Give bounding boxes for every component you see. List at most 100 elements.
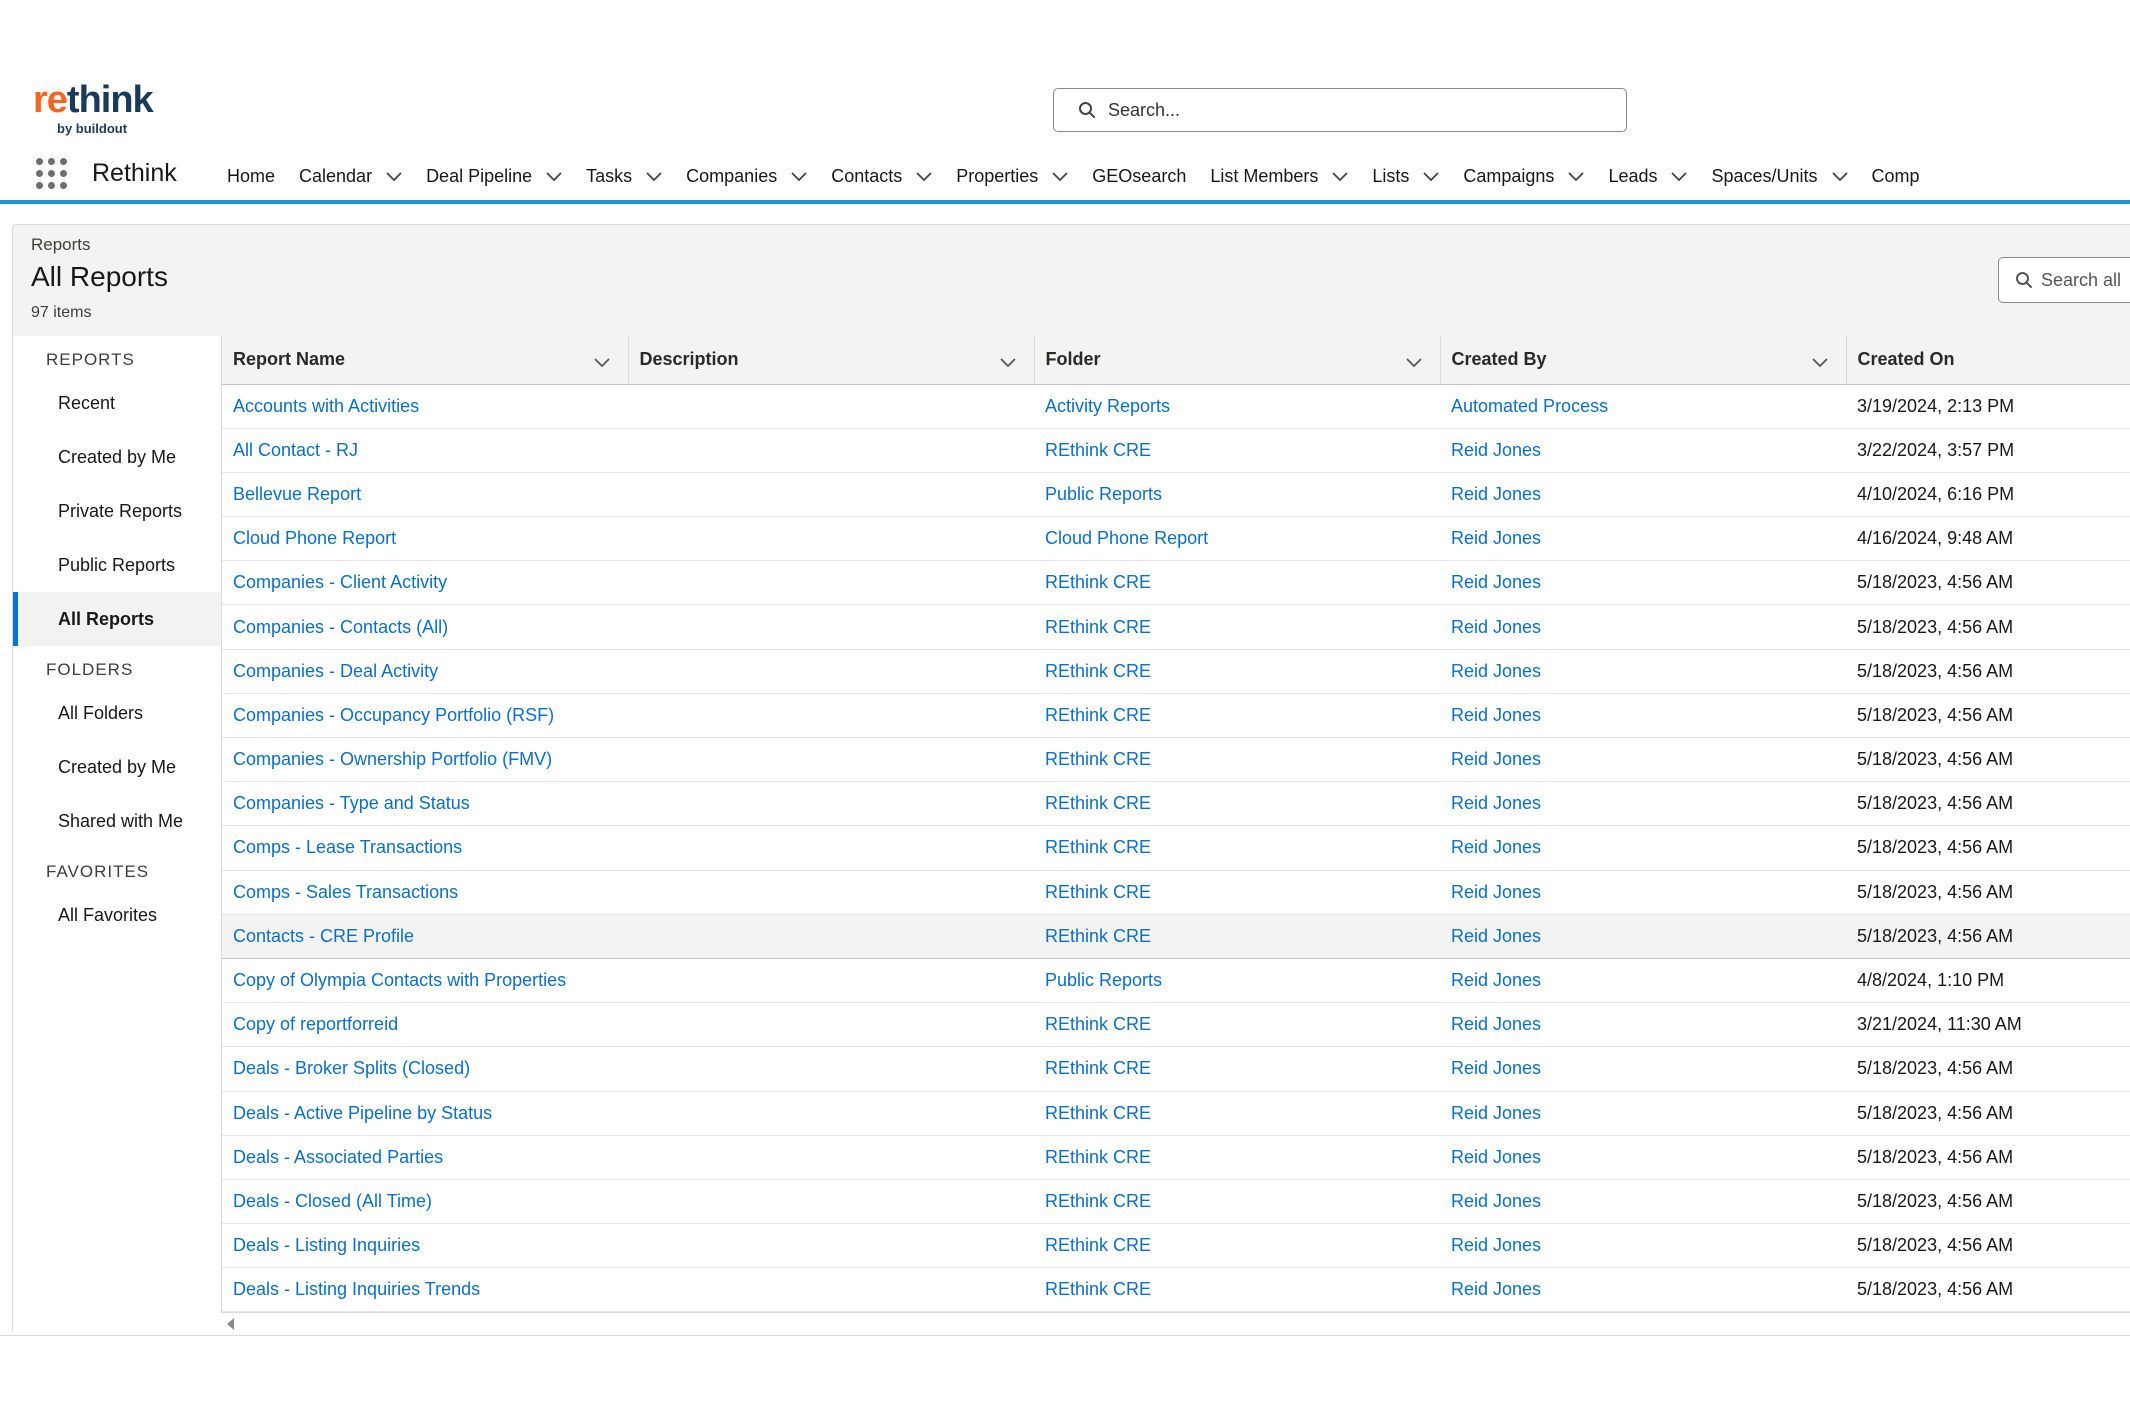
created-by-link[interactable]: Reid Jones [1451, 484, 1541, 504]
sidebar-item-created-by-me[interactable]: Created by Me [13, 740, 221, 794]
nav-item-leads[interactable]: Leads [1596, 152, 1699, 200]
created-by-link[interactable]: Reid Jones [1451, 970, 1541, 990]
report-name-link[interactable]: Companies - Deal Activity [233, 661, 438, 681]
chevron-down-icon[interactable] [999, 358, 1016, 368]
folder-link[interactable]: Activity Reports [1045, 396, 1170, 416]
report-name-link[interactable]: Companies - Occupancy Portfolio (RSF) [233, 705, 554, 725]
created-by-link[interactable]: Reid Jones [1451, 440, 1541, 460]
global-search-input[interactable] [1106, 98, 1590, 122]
table-row[interactable]: Bellevue Report Public Reports Reid Jones 4… [222, 472, 2130, 518]
nav-item-comp[interactable]: Comp [1860, 152, 1932, 200]
nav-item-companies[interactable]: Companies [674, 152, 819, 200]
sidebar-item-all-folders[interactable]: All Folders [13, 686, 221, 740]
table-row[interactable]: Contacts - CRE Profile REthink CRE Reid Jo… [222, 913, 2130, 959]
table-row[interactable]: Companies - Ownership Portfolio (FMV) REt… [222, 737, 2130, 783]
chevron-down-icon[interactable] [1423, 171, 1440, 182]
nav-item-campaigns[interactable]: Campaigns [1451, 152, 1596, 200]
chevron-down-icon[interactable] [1405, 358, 1422, 368]
table-row[interactable]: Comps - Sales Transactions REthink CRE Rei… [222, 870, 2130, 915]
nav-item-home[interactable]: Home [215, 152, 287, 200]
sidebar-item-recent[interactable]: Recent [13, 376, 221, 430]
table-row[interactable]: Cloud Phone Report Cloud Phone Report Reid… [222, 516, 2130, 562]
sidebar-item-shared-with-me[interactable]: Shared with Me [13, 794, 221, 848]
chevron-down-icon[interactable] [646, 171, 662, 182]
table-row[interactable]: Companies - Contacts (All) REthink CRE Rei… [222, 604, 2130, 650]
table-row[interactable]: Companies - Type and Status REthink CRE Re… [222, 781, 2130, 827]
folder-link[interactable]: REthink CRE [1045, 1147, 1151, 1167]
table-row[interactable]: Deals - Active Pipeline by Status REthink… [222, 1091, 2130, 1136]
table-row[interactable]: Companies - Client Activity REthink CRE Re… [222, 560, 2130, 606]
table-row[interactable]: Deals - Listing Inquiries REthink CRE Reid… [222, 1223, 2130, 1269]
table-row[interactable]: Copy of reportforreid REthink CRE Reid Jon… [222, 1002, 2130, 1048]
folder-link[interactable]: REthink CRE [1045, 1103, 1151, 1123]
chevron-down-icon[interactable] [546, 171, 562, 182]
nav-item-spaces-units[interactable]: Spaces/Units [1699, 152, 1859, 200]
report-name-link[interactable]: Copy of Olympia Contacts with Properties [233, 970, 566, 990]
created-by-link[interactable]: Reid Jones [1451, 1279, 1541, 1299]
chevron-down-icon[interactable] [1052, 171, 1068, 182]
column-header-folder[interactable]: Folder [1034, 336, 1441, 385]
rethink-logo[interactable]: rethink by buildout [33, 80, 154, 136]
nav-item-geosearch[interactable]: GEOsearch [1080, 152, 1198, 200]
folder-link[interactable]: REthink CRE [1045, 837, 1151, 857]
report-name-link[interactable]: Deals - Listing Inquiries Trends [233, 1279, 480, 1299]
created-by-link[interactable]: Reid Jones [1451, 1147, 1541, 1167]
folder-link[interactable]: Public Reports [1045, 970, 1162, 990]
sidebar-item-created-by-me[interactable]: Created by Me [13, 430, 221, 484]
sidebar-item-all-reports[interactable]: All Reports [13, 592, 221, 646]
folder-link[interactable]: REthink CRE [1045, 1279, 1151, 1299]
chevron-down-icon[interactable] [1811, 358, 1828, 368]
folder-link[interactable]: REthink CRE [1045, 749, 1151, 769]
created-by-link[interactable]: Reid Jones [1451, 528, 1541, 548]
created-by-link[interactable]: Reid Jones [1451, 1191, 1541, 1211]
horizontal-scrollbar[interactable] [221, 1312, 2130, 1333]
nav-item-list-members[interactable]: List Members [1198, 152, 1360, 200]
report-name-link[interactable]: Contacts - CRE Profile [233, 926, 414, 946]
table-row[interactable]: Companies - Deal Activity REthink CRE Reid… [222, 649, 2130, 694]
report-name-link[interactable]: Companies - Client Activity [233, 572, 447, 592]
folder-link[interactable]: REthink CRE [1045, 617, 1151, 637]
table-row[interactable]: Deals - Closed (All Time) REthink CRE Reid… [222, 1179, 2130, 1225]
report-name-link[interactable]: Deals - Listing Inquiries [233, 1235, 420, 1255]
created-by-link[interactable]: Reid Jones [1451, 661, 1541, 681]
created-by-link[interactable]: Reid Jones [1451, 793, 1541, 813]
chevron-down-icon[interactable] [1568, 171, 1585, 182]
folder-link[interactable]: REthink CRE [1045, 1191, 1151, 1211]
folder-link[interactable]: REthink CRE [1045, 1235, 1151, 1255]
report-name-link[interactable]: Cloud Phone Report [233, 528, 396, 548]
table-row[interactable]: All Contact - RJ REthink CRE Reid Jones 3/2… [222, 428, 2130, 473]
scroll-left-icon[interactable] [227, 1318, 234, 1330]
folder-link[interactable]: REthink CRE [1045, 793, 1151, 813]
nav-item-properties[interactable]: Properties [944, 152, 1080, 200]
report-name-link[interactable]: Deals - Closed (All Time) [233, 1191, 432, 1211]
report-name-link[interactable]: Companies - Type and Status [233, 793, 470, 813]
created-by-link[interactable]: Reid Jones [1451, 1235, 1541, 1255]
folder-link[interactable]: REthink CRE [1045, 572, 1151, 592]
folder-link[interactable]: REthink CRE [1045, 440, 1151, 460]
folder-link[interactable]: REthink CRE [1045, 1014, 1151, 1034]
chevron-down-icon[interactable] [1831, 171, 1848, 182]
table-row[interactable]: Comps - Lease Transactions REthink CRE Rei… [222, 825, 2130, 871]
folder-link[interactable]: Public Reports [1045, 484, 1162, 504]
table-row[interactable]: Accounts with Activities Activity Reports… [222, 384, 2130, 429]
report-name-link[interactable]: All Contact - RJ [233, 440, 358, 460]
created-by-link[interactable]: Reid Jones [1451, 926, 1541, 946]
column-header-report-name[interactable]: Report Name [222, 336, 629, 385]
folder-link[interactable]: REthink CRE [1045, 1058, 1151, 1078]
chevron-down-icon[interactable] [791, 171, 807, 182]
folder-link[interactable]: REthink CRE [1045, 926, 1151, 946]
nav-item-tasks[interactable]: Tasks [574, 152, 674, 200]
created-by-link[interactable]: Reid Jones [1451, 617, 1541, 637]
column-header-description[interactable]: Description [628, 336, 1035, 385]
table-row[interactable]: Deals - Broker Splits (Closed) REthink CR… [222, 1046, 2130, 1092]
chevron-down-icon[interactable] [593, 358, 610, 368]
report-name-link[interactable]: Comps - Sales Transactions [233, 882, 458, 902]
sidebar-item-private-reports[interactable]: Private Reports [13, 484, 221, 538]
report-name-link[interactable]: Accounts with Activities [233, 396, 419, 416]
created-by-link[interactable]: Reid Jones [1451, 1103, 1541, 1123]
sidebar-item-all-favorites[interactable]: All Favorites [13, 888, 221, 942]
search-all-reports[interactable]: Search all [1998, 257, 2130, 303]
column-header-created-on[interactable]: Created On [1846, 336, 2130, 385]
chevron-down-icon[interactable] [386, 171, 402, 182]
nav-item-calendar[interactable]: Calendar [287, 152, 414, 200]
